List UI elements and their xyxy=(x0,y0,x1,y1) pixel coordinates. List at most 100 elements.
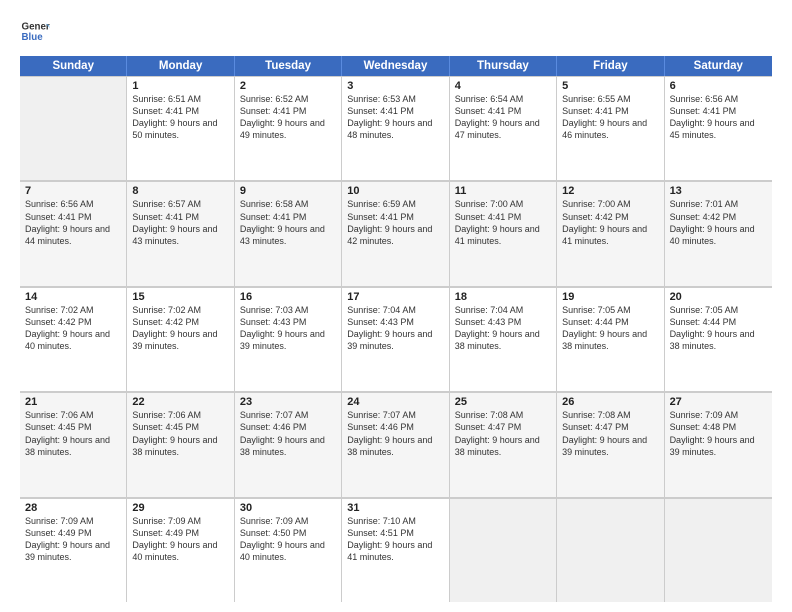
day-number: 16 xyxy=(240,291,336,303)
day-info: Sunrise: 6:52 AMSunset: 4:41 PMDaylight:… xyxy=(240,93,336,142)
day-number: 6 xyxy=(670,80,767,92)
day-info: Sunrise: 6:56 AMSunset: 4:41 PMDaylight:… xyxy=(25,198,121,247)
calendar-cell: 29Sunrise: 7:09 AMSunset: 4:49 PMDayligh… xyxy=(127,498,234,602)
calendar-cell: 10Sunrise: 6:59 AMSunset: 4:41 PMDayligh… xyxy=(342,181,449,285)
day-info: Sunrise: 7:05 AMSunset: 4:44 PMDaylight:… xyxy=(670,304,767,353)
calendar-cell: 20Sunrise: 7:05 AMSunset: 4:44 PMDayligh… xyxy=(665,287,772,391)
day-number: 27 xyxy=(670,396,767,408)
day-info: Sunrise: 7:09 AMSunset: 4:48 PMDaylight:… xyxy=(670,409,767,458)
day-info: Sunrise: 7:04 AMSunset: 4:43 PMDaylight:… xyxy=(347,304,443,353)
calendar-row: 14Sunrise: 7:02 AMSunset: 4:42 PMDayligh… xyxy=(20,287,772,392)
day-number: 14 xyxy=(25,291,121,303)
calendar-row: 1Sunrise: 6:51 AMSunset: 4:41 PMDaylight… xyxy=(20,76,772,181)
calendar-header-cell: Tuesday xyxy=(235,56,342,76)
day-info: Sunrise: 7:07 AMSunset: 4:46 PMDaylight:… xyxy=(240,409,336,458)
calendar-header: SundayMondayTuesdayWednesdayThursdayFrid… xyxy=(20,56,772,76)
day-info: Sunrise: 7:09 AMSunset: 4:49 PMDaylight:… xyxy=(25,515,121,564)
day-info: Sunrise: 7:08 AMSunset: 4:47 PMDaylight:… xyxy=(562,409,658,458)
day-info: Sunrise: 7:02 AMSunset: 4:42 PMDaylight:… xyxy=(132,304,228,353)
calendar-header-cell: Wednesday xyxy=(342,56,449,76)
calendar-header-cell: Saturday xyxy=(665,56,772,76)
day-info: Sunrise: 7:00 AMSunset: 4:42 PMDaylight:… xyxy=(562,198,658,247)
day-info: Sunrise: 7:08 AMSunset: 4:47 PMDaylight:… xyxy=(455,409,551,458)
day-number: 15 xyxy=(132,291,228,303)
day-number: 28 xyxy=(25,502,121,514)
calendar-cell: 9Sunrise: 6:58 AMSunset: 4:41 PMDaylight… xyxy=(235,181,342,285)
day-info: Sunrise: 7:05 AMSunset: 4:44 PMDaylight:… xyxy=(562,304,658,353)
calendar-cell: 21Sunrise: 7:06 AMSunset: 4:45 PMDayligh… xyxy=(20,392,127,496)
calendar-row: 28Sunrise: 7:09 AMSunset: 4:49 PMDayligh… xyxy=(20,498,772,602)
day-number: 26 xyxy=(562,396,658,408)
calendar-cell: 16Sunrise: 7:03 AMSunset: 4:43 PMDayligh… xyxy=(235,287,342,391)
day-number: 21 xyxy=(25,396,121,408)
calendar-cell: 7Sunrise: 6:56 AMSunset: 4:41 PMDaylight… xyxy=(20,181,127,285)
day-number: 18 xyxy=(455,291,551,303)
day-info: Sunrise: 7:01 AMSunset: 4:42 PMDaylight:… xyxy=(670,198,767,247)
day-number: 24 xyxy=(347,396,443,408)
logo: General Blue xyxy=(20,16,50,46)
day-info: Sunrise: 6:55 AMSunset: 4:41 PMDaylight:… xyxy=(562,93,658,142)
calendar-cell xyxy=(20,76,127,180)
calendar-cell: 14Sunrise: 7:02 AMSunset: 4:42 PMDayligh… xyxy=(20,287,127,391)
calendar-header-cell: Monday xyxy=(127,56,234,76)
calendar-header-cell: Friday xyxy=(557,56,664,76)
calendar-cell: 15Sunrise: 7:02 AMSunset: 4:42 PMDayligh… xyxy=(127,287,234,391)
day-number: 13 xyxy=(670,185,767,197)
day-info: Sunrise: 7:06 AMSunset: 4:45 PMDaylight:… xyxy=(132,409,228,458)
day-number: 9 xyxy=(240,185,336,197)
calendar-cell: 18Sunrise: 7:04 AMSunset: 4:43 PMDayligh… xyxy=(450,287,557,391)
calendar-cell: 24Sunrise: 7:07 AMSunset: 4:46 PMDayligh… xyxy=(342,392,449,496)
day-number: 25 xyxy=(455,396,551,408)
calendar-cell: 12Sunrise: 7:00 AMSunset: 4:42 PMDayligh… xyxy=(557,181,664,285)
calendar-cell: 25Sunrise: 7:08 AMSunset: 4:47 PMDayligh… xyxy=(450,392,557,496)
calendar: SundayMondayTuesdayWednesdayThursdayFrid… xyxy=(20,56,772,602)
calendar-cell: 17Sunrise: 7:04 AMSunset: 4:43 PMDayligh… xyxy=(342,287,449,391)
page-container: General Blue SundayMondayTuesdayWednesda… xyxy=(0,0,792,612)
calendar-cell: 5Sunrise: 6:55 AMSunset: 4:41 PMDaylight… xyxy=(557,76,664,180)
day-info: Sunrise: 7:10 AMSunset: 4:51 PMDaylight:… xyxy=(347,515,443,564)
day-info: Sunrise: 6:57 AMSunset: 4:41 PMDaylight:… xyxy=(132,198,228,247)
day-number: 17 xyxy=(347,291,443,303)
calendar-cell: 28Sunrise: 7:09 AMSunset: 4:49 PMDayligh… xyxy=(20,498,127,602)
calendar-header-cell: Sunday xyxy=(20,56,127,76)
day-info: Sunrise: 7:02 AMSunset: 4:42 PMDaylight:… xyxy=(25,304,121,353)
day-number: 11 xyxy=(455,185,551,197)
calendar-cell: 8Sunrise: 6:57 AMSunset: 4:41 PMDaylight… xyxy=(127,181,234,285)
calendar-cell: 4Sunrise: 6:54 AMSunset: 4:41 PMDaylight… xyxy=(450,76,557,180)
calendar-row: 21Sunrise: 7:06 AMSunset: 4:45 PMDayligh… xyxy=(20,392,772,497)
calendar-cell: 19Sunrise: 7:05 AMSunset: 4:44 PMDayligh… xyxy=(557,287,664,391)
day-info: Sunrise: 7:09 AMSunset: 4:50 PMDaylight:… xyxy=(240,515,336,564)
day-number: 7 xyxy=(25,185,121,197)
logo-icon: General Blue xyxy=(20,16,50,46)
day-info: Sunrise: 6:56 AMSunset: 4:41 PMDaylight:… xyxy=(670,93,767,142)
day-number: 4 xyxy=(455,80,551,92)
day-info: Sunrise: 7:09 AMSunset: 4:49 PMDaylight:… xyxy=(132,515,228,564)
page-header: General Blue xyxy=(20,16,772,46)
calendar-cell: 6Sunrise: 6:56 AMSunset: 4:41 PMDaylight… xyxy=(665,76,772,180)
day-number: 22 xyxy=(132,396,228,408)
day-number: 19 xyxy=(562,291,658,303)
day-number: 30 xyxy=(240,502,336,514)
day-info: Sunrise: 7:06 AMSunset: 4:45 PMDaylight:… xyxy=(25,409,121,458)
calendar-cell: 27Sunrise: 7:09 AMSunset: 4:48 PMDayligh… xyxy=(665,392,772,496)
calendar-cell: 13Sunrise: 7:01 AMSunset: 4:42 PMDayligh… xyxy=(665,181,772,285)
day-info: Sunrise: 6:54 AMSunset: 4:41 PMDaylight:… xyxy=(455,93,551,142)
day-info: Sunrise: 7:04 AMSunset: 4:43 PMDaylight:… xyxy=(455,304,551,353)
calendar-body: 1Sunrise: 6:51 AMSunset: 4:41 PMDaylight… xyxy=(20,76,772,602)
day-number: 2 xyxy=(240,80,336,92)
day-info: Sunrise: 6:58 AMSunset: 4:41 PMDaylight:… xyxy=(240,198,336,247)
calendar-header-cell: Thursday xyxy=(450,56,557,76)
calendar-cell: 22Sunrise: 7:06 AMSunset: 4:45 PMDayligh… xyxy=(127,392,234,496)
day-number: 8 xyxy=(132,185,228,197)
calendar-cell: 11Sunrise: 7:00 AMSunset: 4:41 PMDayligh… xyxy=(450,181,557,285)
day-number: 1 xyxy=(132,80,228,92)
day-info: Sunrise: 7:03 AMSunset: 4:43 PMDaylight:… xyxy=(240,304,336,353)
day-number: 23 xyxy=(240,396,336,408)
svg-text:Blue: Blue xyxy=(22,32,44,43)
calendar-cell: 30Sunrise: 7:09 AMSunset: 4:50 PMDayligh… xyxy=(235,498,342,602)
calendar-cell: 26Sunrise: 7:08 AMSunset: 4:47 PMDayligh… xyxy=(557,392,664,496)
calendar-cell xyxy=(665,498,772,602)
calendar-cell: 3Sunrise: 6:53 AMSunset: 4:41 PMDaylight… xyxy=(342,76,449,180)
day-number: 29 xyxy=(132,502,228,514)
day-info: Sunrise: 6:53 AMSunset: 4:41 PMDaylight:… xyxy=(347,93,443,142)
